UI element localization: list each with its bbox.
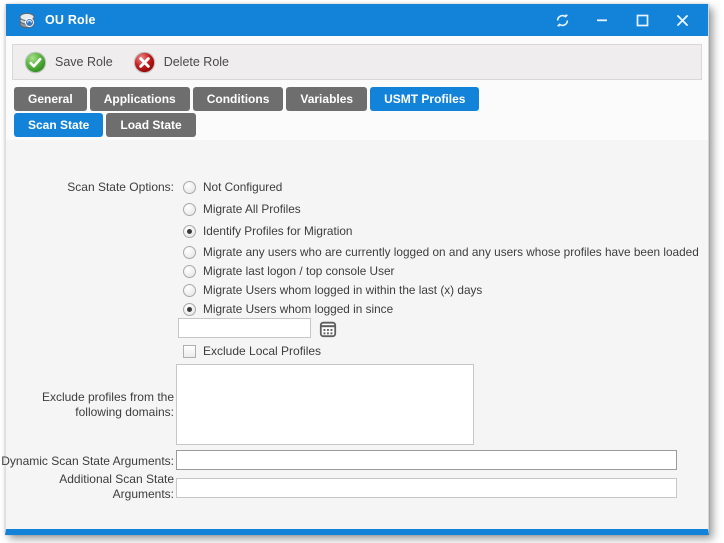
delete-role-label: Delete Role xyxy=(164,55,229,69)
toolbar: Save Role Delete Role xyxy=(12,44,702,80)
tab-usmt-profiles[interactable]: USMT Profiles xyxy=(370,87,479,111)
tab-scan-state[interactable]: Scan State xyxy=(14,113,103,137)
exclude-local-profiles-checkbox[interactable]: Exclude Local Profiles xyxy=(183,344,321,358)
radio-identify-profiles[interactable]: Identify Profiles for Migration xyxy=(183,223,353,239)
tab-general[interactable]: General xyxy=(14,87,87,111)
radio-label: Migrate Users whom logged in since xyxy=(203,302,393,316)
save-role-button[interactable]: Save Role xyxy=(24,51,113,74)
radio-not-configured[interactable]: Not Configured xyxy=(183,179,282,195)
checkbox-icon xyxy=(183,345,196,358)
radio-migrate-logged-on-users[interactable]: Migrate any users who are currently logg… xyxy=(183,244,699,260)
radio-label: Identify Profiles for Migration xyxy=(203,224,353,238)
radio-icon xyxy=(183,284,196,297)
radio-label: Migrate Users whom logged in within the … xyxy=(203,283,482,297)
minimize-button[interactable] xyxy=(594,12,610,28)
sub-tab-strip: Scan State Load State xyxy=(6,111,708,137)
scan-state-options-label: Scan State Options: xyxy=(67,180,174,195)
radio-label: Migrate any users who are currently logg… xyxy=(203,245,699,259)
additional-scan-args-input[interactable] xyxy=(176,478,677,498)
maximize-button[interactable] xyxy=(634,12,650,28)
main-tab-strip: General Applications Conditions Variable… xyxy=(6,80,708,111)
close-icon xyxy=(676,14,689,27)
title-bar: OU Role xyxy=(6,4,708,36)
scan-state-panel xyxy=(6,140,708,529)
radio-icon xyxy=(183,225,196,238)
exclude-domains-label: Exclude profiles from the following doma… xyxy=(6,390,174,420)
radio-migrate-all-profiles[interactable]: Migrate All Profiles xyxy=(183,201,301,217)
calendar-icon[interactable] xyxy=(319,320,337,338)
save-role-label: Save Role xyxy=(55,55,113,69)
additional-scan-args-label: Additional Scan State Arguments: xyxy=(6,472,174,502)
radio-icon xyxy=(183,203,196,216)
dynamic-scan-args-input[interactable] xyxy=(176,450,677,470)
radio-migrate-last-x-days[interactable]: Migrate Users whom logged in within the … xyxy=(183,282,482,298)
radio-label: Not Configured xyxy=(203,180,282,194)
radio-label: Migrate All Profiles xyxy=(203,202,301,216)
ou-role-dialog: OU Role xyxy=(5,4,709,535)
radio-icon xyxy=(183,265,196,278)
tab-load-state[interactable]: Load State xyxy=(106,113,195,137)
tab-applications[interactable]: Applications xyxy=(90,87,190,111)
delete-icon xyxy=(133,51,156,74)
checkbox-label: Exclude Local Profiles xyxy=(203,344,321,358)
minimize-icon xyxy=(596,14,608,26)
radio-icon xyxy=(183,303,196,316)
tab-variables[interactable]: Variables xyxy=(286,87,367,111)
maximize-icon xyxy=(636,14,649,27)
exclude-domains-textarea[interactable] xyxy=(176,364,474,445)
app-icon xyxy=(18,11,36,29)
refresh-button[interactable] xyxy=(554,12,570,28)
refresh-icon xyxy=(555,13,570,28)
radio-icon xyxy=(183,181,196,194)
radio-migrate-last-logon[interactable]: Migrate last logon / top console User xyxy=(183,263,394,279)
window-controls xyxy=(554,12,696,28)
delete-role-button[interactable]: Delete Role xyxy=(133,51,229,74)
radio-migrate-since[interactable]: Migrate Users whom logged in since xyxy=(183,301,393,317)
radio-label: Migrate last logon / top console User xyxy=(203,264,394,278)
tab-conditions[interactable]: Conditions xyxy=(193,87,284,111)
save-icon xyxy=(24,51,47,74)
window-title: OU Role xyxy=(45,13,96,27)
radio-icon xyxy=(183,246,196,259)
close-button[interactable] xyxy=(674,12,690,28)
dynamic-scan-args-label: Dynamic Scan State Arguments: xyxy=(1,454,174,469)
logged-in-since-date-input[interactable] xyxy=(178,318,311,338)
screen: OU Role xyxy=(0,0,724,543)
